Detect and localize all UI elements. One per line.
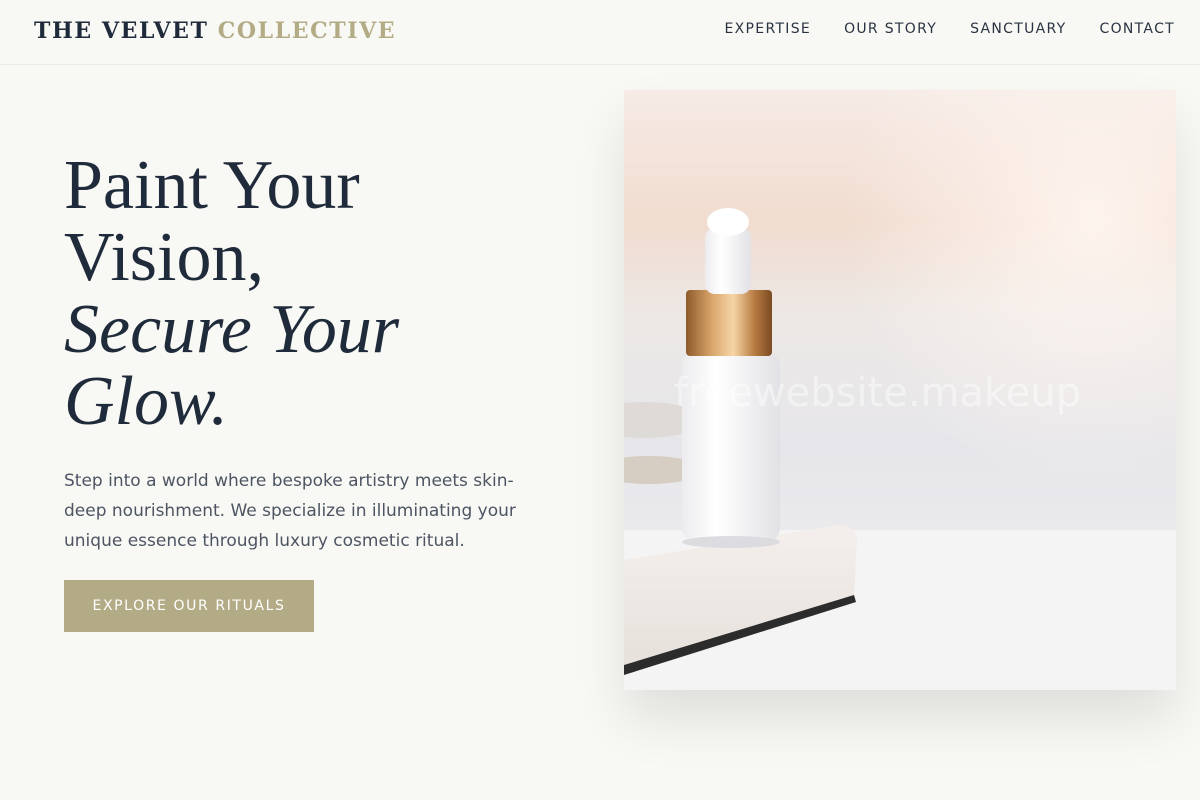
headline-line-1: Paint Your <box>64 147 360 224</box>
brand-name-primary: THE VELVET <box>34 18 209 44</box>
explore-rituals-button[interactable]: EXPLORE OUR RITUALS <box>64 580 314 632</box>
nav-item-expertise[interactable]: EXPERTISE <box>725 21 812 37</box>
main-nav: EXPERTISE OUR STORY SANCTUARY CONTACT <box>725 21 1175 37</box>
headline-line-2: Vision, <box>64 219 264 296</box>
headline-line-4: Glow. <box>64 363 228 440</box>
headline-line-3: Secure Your <box>64 291 400 368</box>
serum-bottle-illustration <box>624 90 1176 690</box>
hero-description: Step into a world where bespoke artistry… <box>64 471 516 551</box>
hero-image: freewebsite.makeup <box>624 90 1176 690</box>
brand-logo[interactable]: THE VELVET COLLECTIVE <box>34 18 396 44</box>
site-header: THE VELVET COLLECTIVE EXPERTISE OUR STOR… <box>0 0 1200 65</box>
hero-headline: Paint Your Vision, Secure Your Glow. <box>64 150 564 438</box>
nav-item-sanctuary[interactable]: SANCTUARY <box>970 21 1066 37</box>
hero-text: Paint Your Vision, Secure Your Glow. Ste… <box>64 150 564 556</box>
nav-item-our-story[interactable]: OUR STORY <box>844 21 937 37</box>
brand-name-accent: COLLECTIVE <box>217 18 397 44</box>
nav-item-contact[interactable]: CONTACT <box>1100 21 1176 37</box>
